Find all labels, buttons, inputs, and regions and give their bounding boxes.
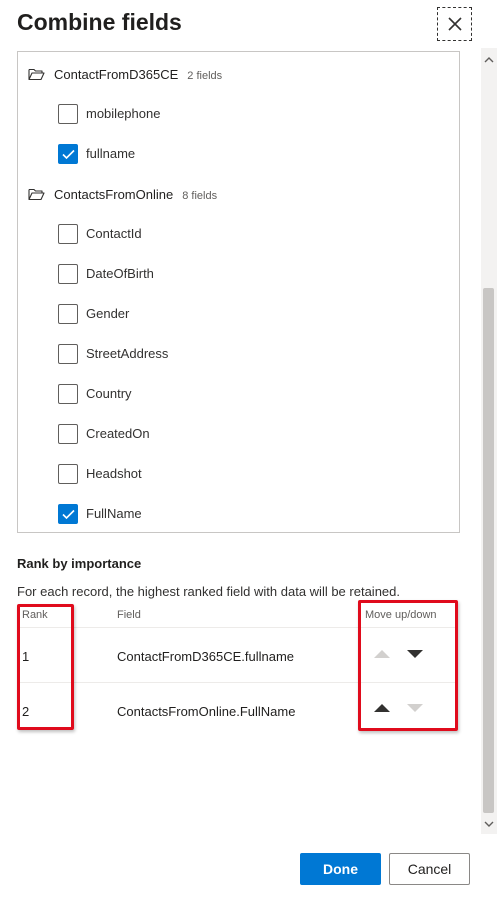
field-row[interactable]: FullName [18, 494, 459, 532]
group-row-contactsfromonline: ContactsFromOnline 8 fields [18, 174, 459, 214]
field-checkbox[interactable] [58, 224, 78, 244]
field-label: StreetAddress [86, 346, 169, 361]
panel-title: Combine fields [17, 9, 182, 35]
field-row[interactable]: ContactId [18, 214, 459, 254]
group-field-count: 2 fields [187, 70, 223, 82]
rank-section-description: For each record, the highest ranked fiel… [17, 584, 400, 599]
field-checkbox[interactable] [58, 304, 78, 324]
group-field-count: 8 fields [182, 190, 218, 202]
field-checkbox[interactable] [58, 144, 78, 164]
field-cell: ContactsFromOnline.FullName [117, 704, 296, 719]
cancel-button[interactable]: Cancel [389, 853, 470, 885]
scrollbar-thumb[interactable] [483, 288, 494, 813]
group-name: ContactsFromOnline 8 fields [54, 187, 218, 202]
field-row[interactable]: DateOfBirth [18, 254, 459, 294]
field-checkbox[interactable] [58, 104, 78, 124]
field-row[interactable]: mobilephone [18, 94, 459, 134]
field-label: fullname [86, 146, 136, 161]
done-button[interactable]: Done [300, 853, 381, 885]
folder-icon [28, 68, 45, 81]
field-label: Country [86, 386, 132, 401]
field-row[interactable]: Country [18, 374, 459, 414]
rank-column-highlight [17, 604, 74, 730]
scroll-up-icon[interactable] [484, 56, 494, 64]
field-row[interactable]: fullname [18, 134, 459, 174]
group-name: ContactFromD365CE 2 fields [54, 67, 223, 82]
move-column-highlight [358, 600, 458, 731]
panel-scrollbar[interactable] [481, 48, 497, 834]
field-row[interactable]: Gender [18, 294, 459, 334]
field-label: CreatedOn [86, 426, 150, 441]
checkmark-icon [62, 149, 75, 160]
folder-icon [28, 188, 45, 201]
field-cell: ContactFromD365CE.fullname [117, 649, 295, 664]
field-label: DateOfBirth [86, 266, 154, 281]
field-label: Headshot [86, 466, 142, 481]
field-checkbox[interactable] [58, 464, 78, 484]
field-label: mobilephone [86, 106, 161, 121]
field-checkbox[interactable] [58, 504, 78, 524]
field-checkbox[interactable] [58, 344, 78, 364]
field-label: FullName [86, 506, 142, 521]
field-checkbox[interactable] [58, 424, 78, 444]
rank-section-title: Rank by importance [17, 556, 142, 571]
field-label: ContactId [86, 226, 142, 241]
checkmark-icon [62, 509, 75, 520]
field-checkbox[interactable] [58, 384, 78, 404]
field-label: Gender [86, 306, 130, 321]
close-icon [448, 17, 462, 31]
panel-header: Combine fields [0, 0, 497, 48]
field-row[interactable]: CreatedOn [18, 414, 459, 454]
field-list[interactable]: ContactFromD365CE 2 fields mobilephone fu… [17, 51, 460, 533]
group-row-contactfromd365ce: ContactFromD365CE 2 fields [18, 54, 459, 94]
close-button[interactable] [437, 7, 472, 41]
field-row[interactable]: StreetAddress [18, 334, 459, 374]
field-checkbox[interactable] [58, 264, 78, 284]
scroll-down-icon[interactable] [484, 820, 494, 828]
field-column-header: Field [117, 609, 141, 621]
field-row[interactable]: Headshot [18, 454, 459, 494]
